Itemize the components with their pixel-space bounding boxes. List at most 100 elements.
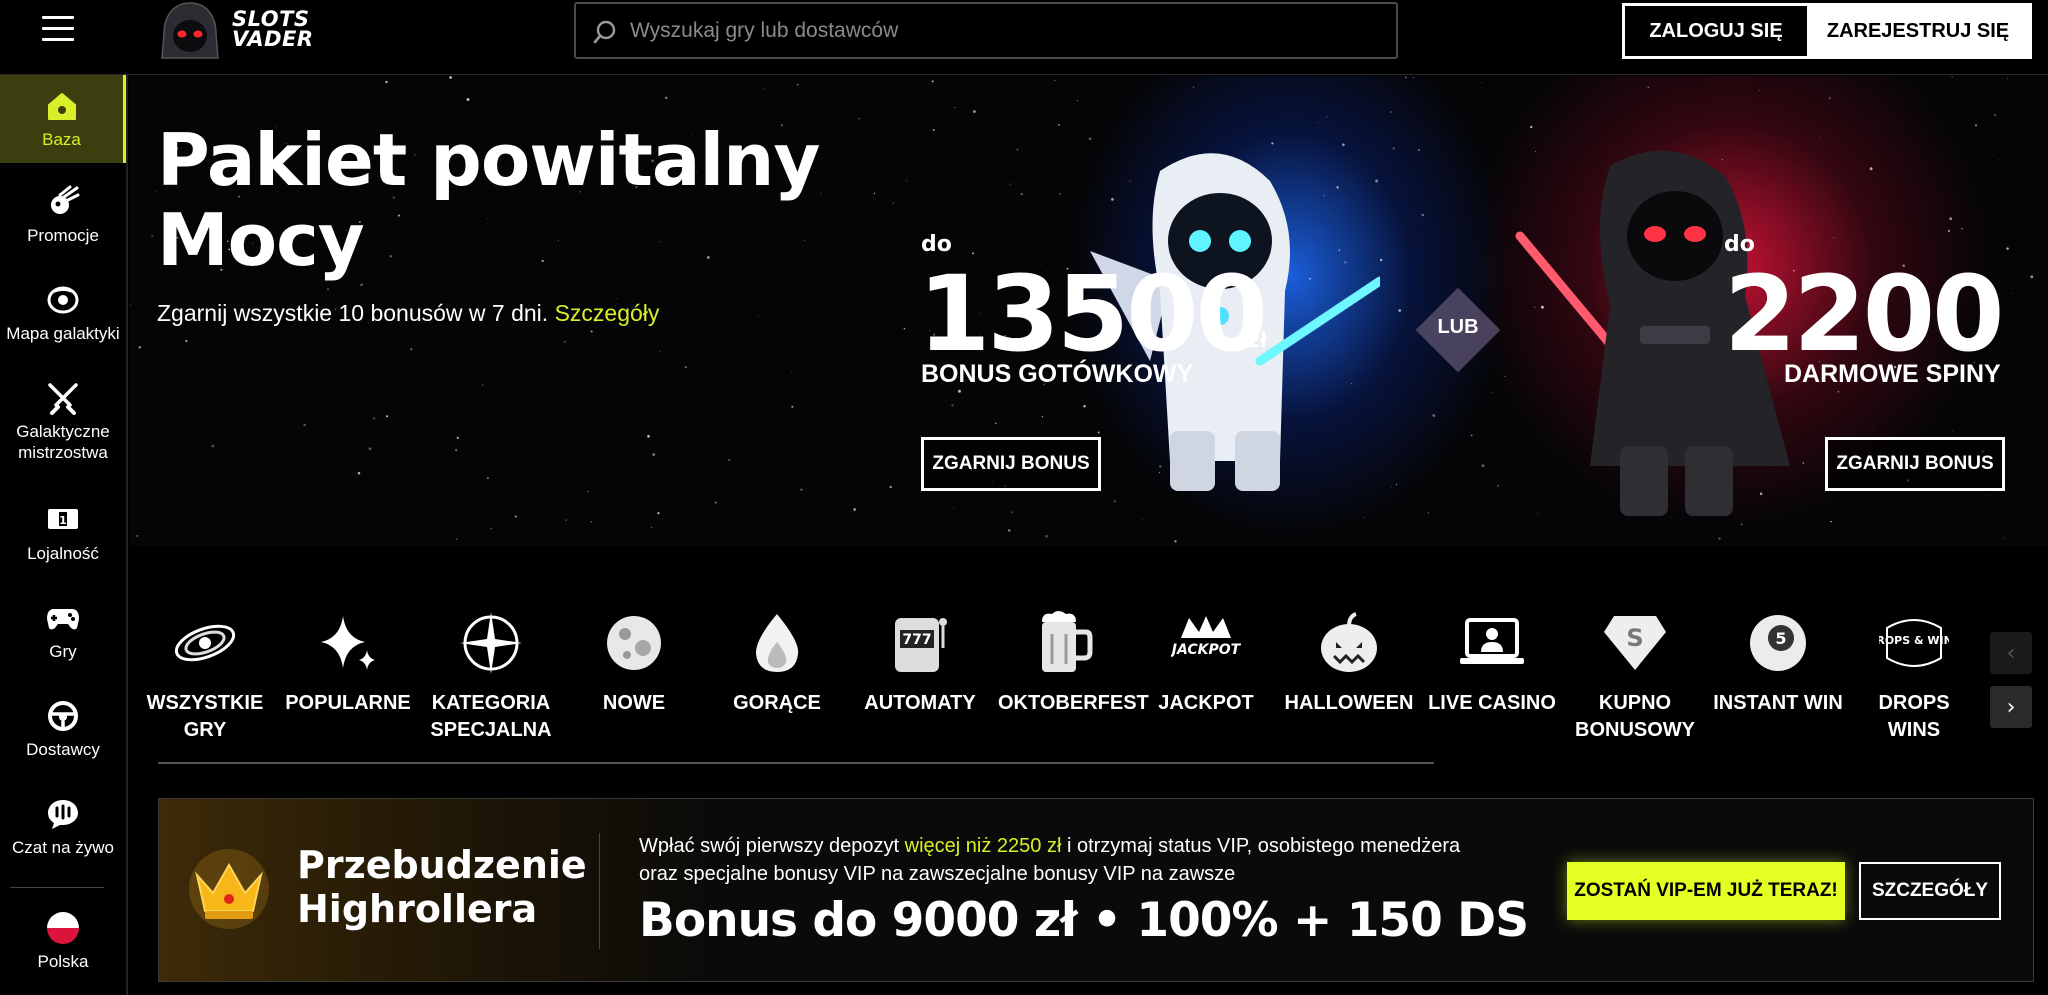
- currency-label: zł: [1248, 328, 1268, 352]
- details-link[interactable]: Szczegóły: [555, 300, 660, 326]
- category-oktoberfest[interactable]: OKTOBERFEST: [998, 608, 1149, 717]
- category-gorace[interactable]: GORĄCE: [712, 608, 842, 717]
- star: [889, 485, 892, 489]
- star: [1192, 86, 1195, 88]
- category-kupno-bonusowy[interactable]: S KUPNO BONUSOWY: [1570, 608, 1700, 744]
- steering-wheel-icon: [48, 701, 78, 731]
- diamond-s-icon: S: [1604, 616, 1666, 670]
- star: [1398, 309, 1402, 312]
- star: [563, 340, 566, 343]
- star: [1873, 429, 1875, 431]
- promo-headline: Bonus do 9000 zł • 100% + 150 DS: [639, 893, 1529, 948]
- star: [958, 389, 961, 393]
- become-vip-button[interactable]: ZOSTAŃ VIP-EM JUŻ TERAZ!: [1567, 862, 1845, 920]
- home-icon: [47, 93, 76, 120]
- star: [1470, 434, 1473, 437]
- star: [1830, 520, 1832, 523]
- category-halloween[interactable]: HALLOWEEN: [1284, 608, 1414, 717]
- categories-next-arrow[interactable]: ›: [1990, 686, 2032, 728]
- star: [2030, 275, 2034, 279]
- sidebar-item-gry[interactable]: Gry: [0, 601, 126, 662]
- star: [2006, 247, 2009, 250]
- category-label: HALLOWEEN: [1284, 692, 1414, 714]
- category-label: JACKPOT: [1158, 692, 1254, 714]
- star: [758, 315, 760, 317]
- sidebar-item-dostawcy[interactable]: Dostawcy: [0, 699, 126, 760]
- claim-cash-bonus-button[interactable]: ZGARNIJ BONUS: [921, 437, 1101, 491]
- category-label: LIVE CASINO: [1428, 692, 1556, 714]
- golden-crown-icon: [189, 849, 269, 929]
- sidebar-item-baza[interactable]: Baza: [0, 75, 126, 163]
- category-label: AUTOMATY: [864, 692, 976, 714]
- star: [1417, 149, 1420, 152]
- category-automaty[interactable]: 777 AUTOMATY: [855, 608, 985, 717]
- star: [360, 283, 364, 287]
- category-label: WSZYSTKIE GRY: [146, 692, 264, 741]
- sidebar-item-promocje[interactable]: Promocje: [0, 185, 126, 246]
- category-wszystkie-gry[interactable]: WSZYSTKIE GRY: [140, 608, 270, 744]
- search-icon: [593, 20, 616, 44]
- claim-free-spins-button[interactable]: ZGARNIJ BONUS: [1825, 437, 2005, 491]
- category-drops-wins[interactable]: DROPS & WINS DROPS WINS: [1854, 608, 1974, 744]
- categories-prev-arrow[interactable]: ‹: [1990, 632, 2032, 674]
- star: [2003, 537, 2005, 539]
- hamburger-menu-icon[interactable]: [42, 16, 74, 42]
- star: [797, 83, 799, 86]
- sidebar-item-polska[interactable]: Polska: [0, 911, 126, 972]
- star: [138, 346, 142, 349]
- category-label: KATEGORIA SPECJALNA: [430, 692, 552, 741]
- category-instant-win[interactable]: 5 INSTANT WIN: [1713, 608, 1843, 717]
- star: [1174, 540, 1177, 543]
- cash-bonus-amount: 13500: [918, 253, 1268, 375]
- deposit-threshold-highlight: więcej niż 2250 zł: [904, 835, 1062, 857]
- promo-divider: [599, 833, 600, 949]
- category-popularne[interactable]: POPULARNE: [283, 608, 413, 717]
- star: [932, 129, 935, 131]
- star: [1837, 391, 1840, 393]
- star: [1718, 537, 1721, 540]
- star: [1404, 76, 1407, 79]
- star: [1041, 416, 1044, 418]
- star: [858, 117, 861, 120]
- category-live-casino[interactable]: LIVE CASINO: [1427, 608, 1557, 717]
- category-nowe[interactable]: NOWE: [569, 608, 699, 717]
- star: [1390, 486, 1392, 488]
- sidebar-item-lojalnosc[interactable]: 1 Lojalność: [0, 503, 126, 564]
- star: [303, 423, 306, 427]
- category-label: NOWE: [602, 692, 666, 714]
- star: [385, 415, 389, 418]
- star: [486, 477, 489, 480]
- sidebar-item-mapa-galaktyki[interactable]: Mapa galaktyki: [0, 283, 126, 344]
- vader-mascot-logo-icon: [161, 2, 219, 59]
- star: [659, 350, 661, 352]
- sidebar-item-label: Dostawcy: [26, 740, 100, 759]
- search-input[interactable]: [630, 12, 1370, 50]
- star: [455, 538, 458, 541]
- search-box[interactable]: [574, 2, 1398, 59]
- star: [372, 417, 376, 420]
- star: [1951, 76, 1953, 78]
- poland-flag-icon: [47, 912, 79, 944]
- star: [903, 328, 906, 330]
- promo-title: Przebudzenie Highrollera: [297, 843, 587, 931]
- crossed-sabers-icon: [48, 383, 78, 415]
- star: [1947, 229, 1951, 233]
- sidebar-item-label: Czat na żywo: [11, 838, 115, 857]
- category-jackpot[interactable]: JACKPOT JACKPOT: [1141, 608, 1271, 717]
- star: [482, 384, 484, 386]
- register-button[interactable]: ZAREJESTRUJ SIĘ: [1807, 6, 2029, 56]
- login-button[interactable]: ZALOGUJ SIĘ: [1625, 6, 1807, 56]
- star: [800, 488, 803, 491]
- sidebar-item-galaktyczne-mistrzostwa[interactable]: Galaktyczne mistrzostwa: [0, 381, 126, 463]
- promo-details-button[interactable]: SZCZEGÓŁY: [1859, 862, 2001, 920]
- star: [647, 434, 650, 438]
- sidebar-item-label: Baza: [42, 130, 81, 149]
- category-bar: WSZYSTKIE GRY POPULARNE KATEGORIA SPECJA…: [147, 608, 1998, 758]
- galaxy-icon: [174, 624, 236, 662]
- star: [714, 501, 717, 504]
- star: [590, 521, 592, 523]
- auth-buttons: ZALOGUJ SIĘ ZAREJESTRUJ SIĘ: [1622, 3, 2032, 59]
- logo[interactable]: SLOTS VADER: [158, 0, 348, 62]
- sidebar-item-czat-na-zywo[interactable]: Czat na żywo: [0, 797, 126, 858]
- category-kategoria-specjalna[interactable]: KATEGORIA SPECJALNA: [426, 608, 556, 744]
